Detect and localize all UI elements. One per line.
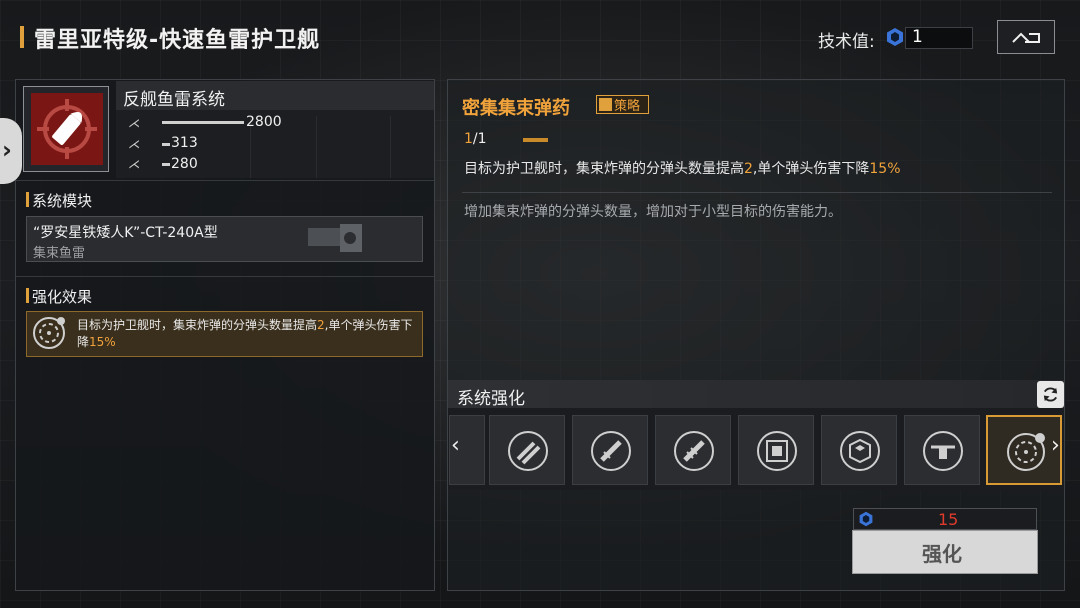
tech-point-icon — [859, 511, 873, 527]
divider — [16, 180, 434, 181]
module-section-label: 系统模块 — [32, 192, 93, 210]
tactic-badge-label: 策略 — [614, 99, 641, 114]
drone-icon — [923, 431, 963, 471]
effect-value: 15% — [89, 335, 116, 349]
chevron-right-icon[interactable]: › — [1051, 433, 1060, 458]
enhancement-slot[interactable] — [821, 415, 897, 485]
return-button[interactable] — [997, 20, 1055, 54]
module-image — [308, 224, 362, 252]
effect-text: 目标为护卫舰时，集束炸弹的分弹头数量提高 — [77, 318, 318, 332]
desc-text: ,单个弹头伤害下降 — [752, 161, 870, 177]
module-name: “罗安星铁矮人K”-CT-240A型 — [33, 225, 218, 241]
tactic-level: 1/1 — [464, 131, 487, 147]
tech-point-icon — [887, 28, 903, 46]
torpedo-target-icon — [37, 99, 97, 159]
chevron-left-icon[interactable]: ‹ — [451, 433, 460, 458]
desc-value: 2 — [744, 161, 753, 177]
chip-icon — [757, 431, 797, 471]
system-name: 反舰鱼雷系统 — [123, 90, 225, 110]
return-icon — [1012, 32, 1040, 43]
effect-description: 目标为护卫舰时，集束炸弹的分弹头数量提高2,单个弹头伤害下降15% — [77, 317, 419, 351]
tactic-flavor-text: 增加集束炸弹的分弹头数量，增加对于小型目标的伤害能力。 — [464, 204, 842, 220]
level-total: /1 — [472, 131, 487, 147]
refresh-button[interactable] — [1037, 381, 1064, 408]
side-expand-tab[interactable]: › — [0, 118, 22, 184]
enhancement-slot[interactable] — [904, 415, 980, 485]
stat-value: 280 — [171, 156, 198, 172]
cube-hex-icon — [840, 431, 880, 471]
divider — [462, 192, 1052, 193]
enhance-button-label: 强化 — [922, 542, 962, 566]
system-icon-bg — [31, 93, 103, 165]
stat-bar — [162, 121, 244, 124]
desc-text: 目标为护卫舰时，集束炸弹的分弹头数量提高 — [464, 161, 744, 177]
tech-value: 1 — [912, 27, 923, 47]
tech-value-label: 技术值: — [818, 32, 875, 52]
tactic-description: 目标为护卫舰时，集束炸弹的分弹头数量提高2,单个弹头伤害下降15% — [464, 158, 901, 178]
missile-pair-icon — [508, 431, 548, 471]
desc-value: 15% — [869, 161, 901, 177]
cluster-target-icon — [1007, 433, 1045, 471]
module-type: 集束鱼雷 — [33, 246, 86, 261]
damage-icon: ⋌ — [128, 157, 140, 171]
stat-value: 2800 — [246, 114, 282, 130]
tactic-title: 密集集束弹药 — [462, 98, 570, 119]
cluster-target-icon — [33, 317, 65, 349]
enhancement-label: 系统强化 — [457, 389, 525, 409]
missile-launch-icon — [591, 431, 631, 471]
section-accent — [26, 192, 29, 207]
strategy-icon — [599, 98, 612, 111]
damage-icon: ⋌ — [128, 116, 140, 130]
level-bar — [523, 138, 548, 142]
enhancement-header — [448, 380, 1064, 408]
section-accent — [26, 288, 29, 303]
enhancement-slot[interactable] — [572, 415, 648, 485]
stat-grid-line — [316, 116, 317, 178]
effect-value: 2 — [317, 318, 325, 332]
page-title: 雷里亚特级-快速鱼雷护卫舰 — [34, 28, 321, 53]
enhancement-slot[interactable] — [738, 415, 814, 485]
cost-value: 15 — [938, 510, 959, 529]
missile-launch-icon — [674, 431, 714, 471]
enhancement-slot[interactable] — [655, 415, 731, 485]
title-accent — [20, 26, 24, 48]
stat-bar — [162, 143, 170, 146]
stat-value: 313 — [171, 135, 198, 151]
enhancement-slot[interactable] — [489, 415, 565, 485]
stat-grid-line — [390, 116, 391, 178]
refresh-icon — [1043, 387, 1058, 402]
stat-bar — [162, 163, 170, 166]
chevron-right-icon: › — [2, 136, 12, 164]
damage-icon: ⋌ — [128, 137, 140, 151]
level-current: 1 — [464, 131, 473, 147]
divider — [16, 276, 434, 277]
effect-section-label: 强化效果 — [32, 288, 93, 306]
